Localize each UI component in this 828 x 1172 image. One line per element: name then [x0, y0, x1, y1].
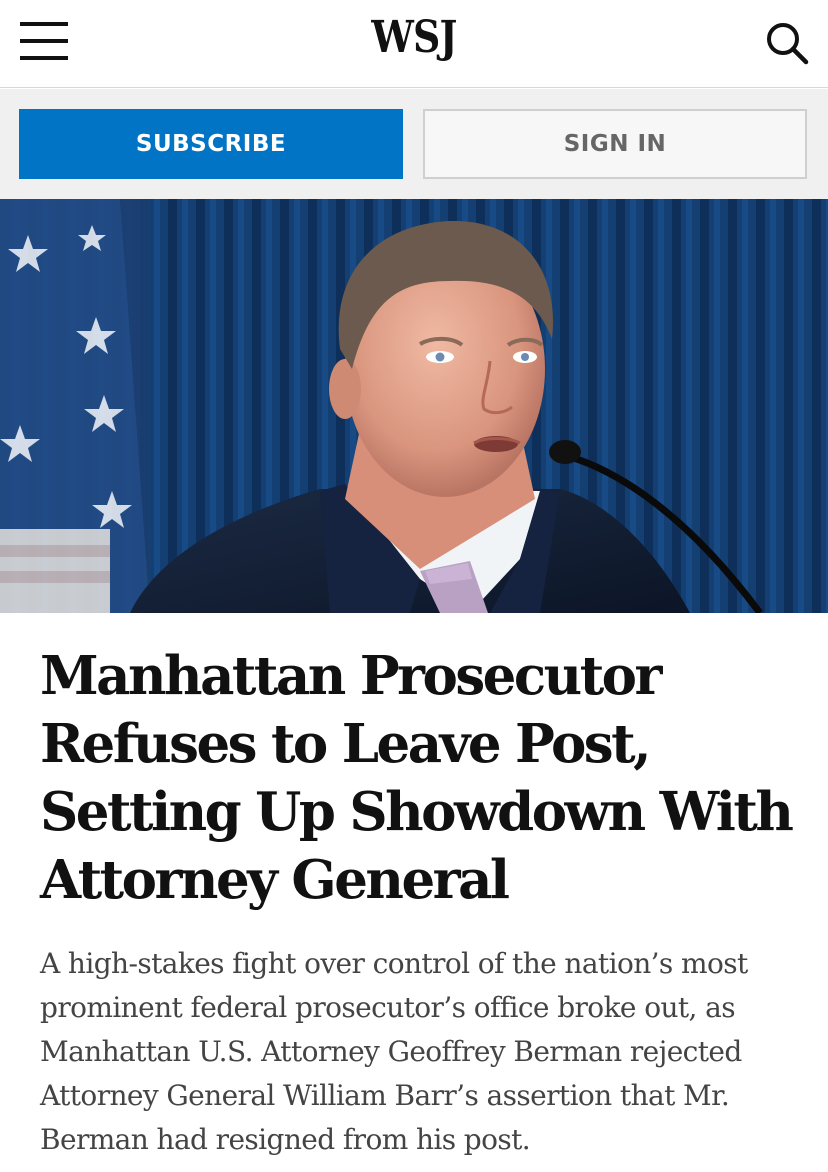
headline-line: Refuses to Leave Post, — [40, 713, 652, 775]
summary-line: A high-stakes fight over control of the … — [40, 947, 748, 980]
subscribe-button[interactable]: SUBSCRIBE — [19, 109, 403, 179]
article-headline[interactable]: Manhattan Prosecutor Refuses to Leave Po… — [40, 642, 810, 914]
flag — [0, 199, 150, 613]
summary-line: prominent federal prosecutor’s office br… — [40, 991, 736, 1024]
search-icon[interactable] — [764, 20, 810, 66]
top-navigation-bar: WSJ — [0, 0, 828, 88]
article-hero-image[interactable] — [0, 199, 828, 613]
summary-line: Attorney General William Barr’s assertio… — [40, 1079, 730, 1112]
summary-line: Manhattan U.S. Attorney Geoffrey Berman … — [40, 1035, 742, 1068]
prosecutor-photo — [0, 199, 828, 613]
search-icon-glyph — [767, 23, 809, 65]
sign-in-button[interactable]: SIGN IN — [423, 109, 807, 179]
article-summary: A high-stakes fight over control of the … — [40, 942, 810, 1162]
auth-bar: SUBSCRIBE SIGN IN — [0, 89, 828, 199]
wsj-logo[interactable]: WSJ — [58, 12, 770, 63]
headline-line: Manhattan Prosecutor — [40, 645, 662, 707]
headline-line: Attorney General — [40, 849, 510, 911]
summary-line: Berman had resigned from his post. — [40, 1123, 531, 1156]
headline-line: Setting Up Showdown With — [40, 781, 794, 843]
